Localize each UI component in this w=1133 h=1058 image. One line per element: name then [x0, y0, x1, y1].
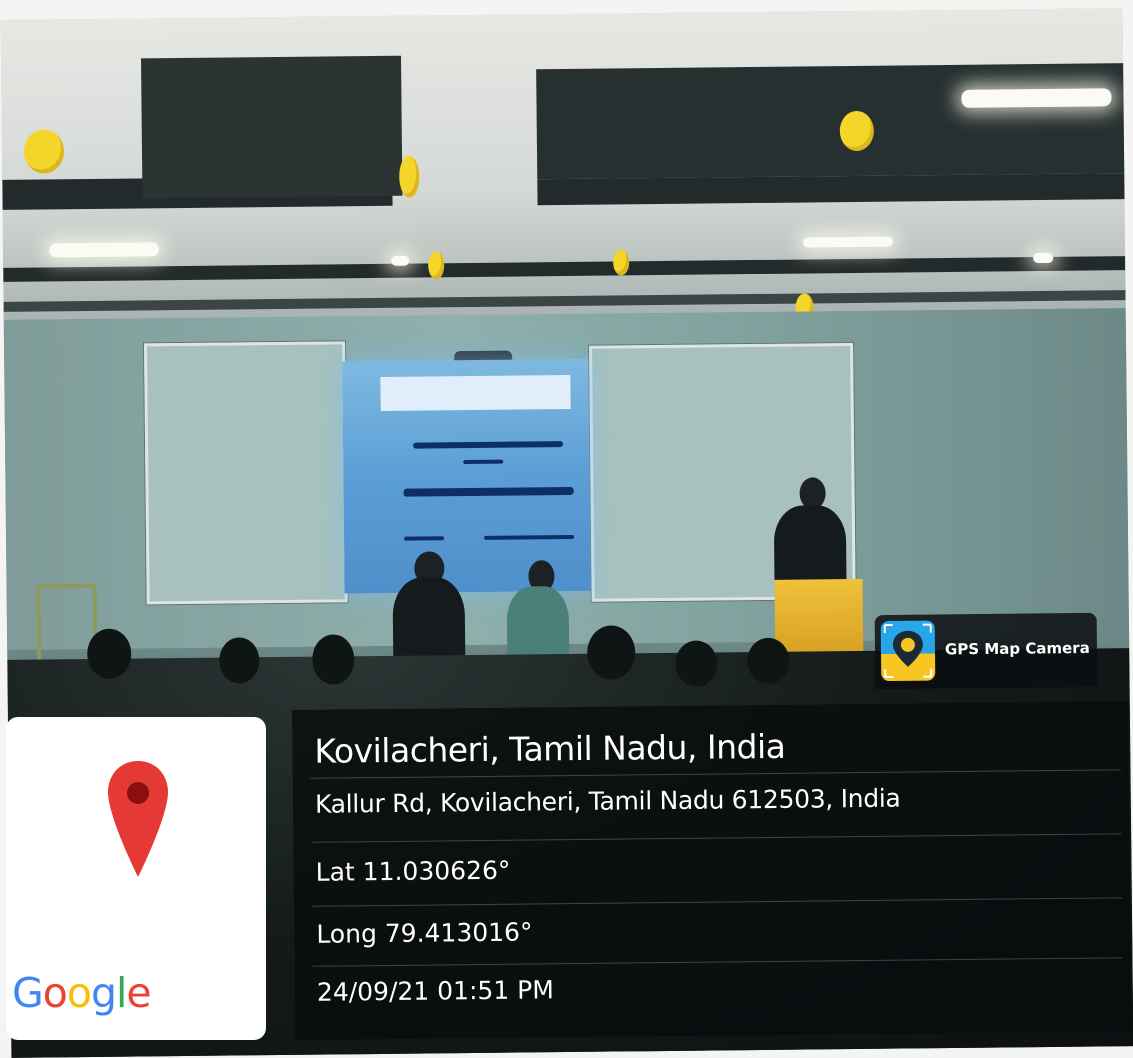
smiley-decoration — [839, 110, 875, 152]
latitude-text: Lat 11.030626° — [315, 855, 511, 887]
longitude-text: Long 79.413016° — [316, 917, 533, 949]
map-thumbnail[interactable]: Google — [6, 717, 266, 1040]
audience-head — [675, 640, 718, 687]
smiley-decoration — [613, 249, 630, 276]
audience-head — [86, 628, 132, 680]
location-address: Kallur Rd, Kovilacheri, Tamil Nadu 61250… — [314, 783, 901, 819]
divider — [312, 897, 1123, 907]
ceiling-light — [1033, 252, 1054, 264]
projection-screen — [342, 358, 591, 594]
smiley-decoration — [23, 129, 65, 174]
gps-map-camera-app-icon — [880, 620, 936, 682]
gps-badge-label: GPS Map Camera — [944, 638, 1090, 659]
ceiling — [0, 8, 1128, 322]
ceiling-panel — [536, 63, 1128, 180]
slide-text — [404, 536, 445, 541]
audience-head — [747, 637, 790, 685]
ceiling-panel — [141, 55, 403, 199]
location-pin-icon — [108, 761, 168, 877]
ceiling-beam — [3, 290, 1126, 312]
audience-head — [312, 634, 355, 685]
smiley-decoration — [428, 251, 445, 280]
location-title: Kovilacheri, Tamil Nadu, India — [314, 726, 786, 771]
divider — [312, 957, 1123, 967]
ceiling-beam — [537, 173, 1128, 206]
google-logo: Google — [12, 969, 152, 1017]
divider — [310, 769, 1121, 779]
divider — [311, 833, 1122, 843]
ceiling-beam — [3, 256, 1126, 282]
whiteboard — [143, 341, 348, 605]
location-info-panel: Kovilacheri, Tamil Nadu, India Kallur Rd… — [292, 701, 1132, 1040]
audience-head — [586, 625, 636, 680]
slide-text — [463, 459, 504, 465]
slide-text — [413, 441, 564, 449]
timestamp-text: 24/09/21 01:51 PM — [316, 975, 554, 1007]
slide-text — [403, 486, 574, 497]
audience-head — [219, 637, 260, 684]
gps-map-camera-badge: GPS Map Camera — [874, 612, 1098, 690]
smiley-decoration — [399, 155, 420, 198]
ceiling-light — [48, 242, 160, 258]
ceiling-light — [961, 88, 1112, 108]
slide-header — [380, 374, 571, 411]
ceiling-light — [802, 236, 894, 248]
slide-text — [484, 534, 575, 540]
ceiling-light — [391, 255, 410, 266]
